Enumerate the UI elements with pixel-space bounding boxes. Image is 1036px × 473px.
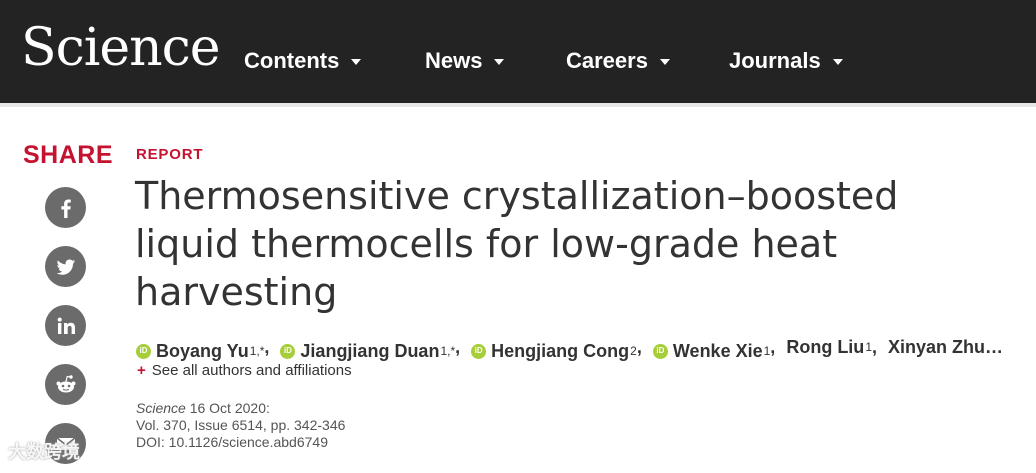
citation-block: Science 16 Oct 2020: Vol. 370, Issue 651…: [136, 400, 345, 451]
see-all-authors-link[interactable]: + See all authors and affiliations: [137, 362, 352, 379]
nav-journals[interactable]: Journals: [729, 44, 843, 78]
science-logo[interactable]: Science: [21, 18, 221, 78]
chevron-down-icon: [351, 59, 362, 65]
top-navigation-bar: Science Contents News Careers Journals: [0, 0, 1036, 103]
article-title: Thermosensitive crystallization–boosted …: [135, 174, 899, 314]
orcid-icon[interactable]: iD: [136, 343, 151, 359]
author-affiliation: 1: [865, 340, 872, 354]
author-name: Boyang Yu: [156, 341, 249, 361]
chevron-down-icon: [832, 59, 843, 65]
orcid-icon[interactable]: iD: [471, 343, 487, 359]
author-link[interactable]: iD Wenke Xie 1: [652, 339, 770, 363]
citation-journal: Science: [136, 400, 186, 416]
author-link[interactable]: iD Boyang Yu 1,*: [136, 339, 264, 363]
header-divider: [0, 103, 1036, 107]
nav-news-label: News: [425, 48, 483, 73]
author-name: Xinyan Zhu…: [888, 337, 1004, 357]
citation-volume: Vol. 370, Issue 6514, pp. 342-346: [136, 417, 346, 433]
author-name: Wenke Xie: [672, 341, 763, 361]
author-affiliation: 2: [630, 344, 637, 358]
author-affiliation: 1,*: [249, 344, 265, 358]
facebook-icon: [60, 199, 71, 218]
share-linkedin-button[interactable]: [45, 305, 86, 346]
author-link[interactable]: Xinyan Zhu…: [888, 335, 1003, 359]
share-reddit-button[interactable]: [45, 364, 86, 405]
watermark-text: 大数跨境: [8, 442, 80, 463]
nav-contents[interactable]: Contents: [244, 44, 362, 78]
author-link[interactable]: Rong Liu 1: [786, 335, 872, 359]
twitter-icon: [56, 259, 75, 275]
author-name: Hengjiang Cong: [491, 341, 630, 361]
linkedin-icon: [57, 317, 75, 334]
citation-line-journal: Science 16 Oct 2020:: [136, 400, 345, 417]
share-twitter-button[interactable]: [45, 246, 86, 287]
share-facebook-button[interactable]: [45, 187, 86, 228]
see-all-authors-label: See all authors and affiliations: [151, 362, 352, 379]
orcid-icon[interactable]: iD: [280, 343, 296, 359]
nav-contents-label: Contents: [244, 48, 340, 73]
nav-news[interactable]: News: [425, 44, 505, 78]
author-name: Jiangjiang Duan: [300, 341, 440, 361]
chevron-down-icon: [659, 59, 670, 65]
nav-careers-label: Careers: [566, 48, 648, 73]
citation-doi[interactable]: DOI: 10.1126/science.abd6749: [136, 434, 345, 451]
article-type-label: REPORT: [136, 146, 204, 163]
author-name: Rong Liu: [786, 337, 865, 357]
orcid-icon[interactable]: iD: [652, 343, 668, 359]
nav-careers[interactable]: Careers: [566, 44, 670, 78]
author-affiliation: 1,*: [440, 344, 456, 358]
author-link[interactable]: iD Hengjiang Cong 2: [471, 339, 637, 363]
nav-journals-label: Journals: [729, 48, 821, 73]
chevron-down-icon: [494, 59, 505, 65]
author-link[interactable]: iD Jiangjiang Duan 1,*: [280, 339, 455, 363]
citation-date: 16 Oct 2020:: [189, 400, 270, 416]
plus-icon: +: [137, 362, 146, 379]
share-label: SHARE: [23, 141, 114, 169]
reddit-icon: [56, 374, 75, 392]
author-list: iD Boyang Yu 1,* , iD Jiangjiang Duan 1,* …: [136, 335, 1036, 363]
